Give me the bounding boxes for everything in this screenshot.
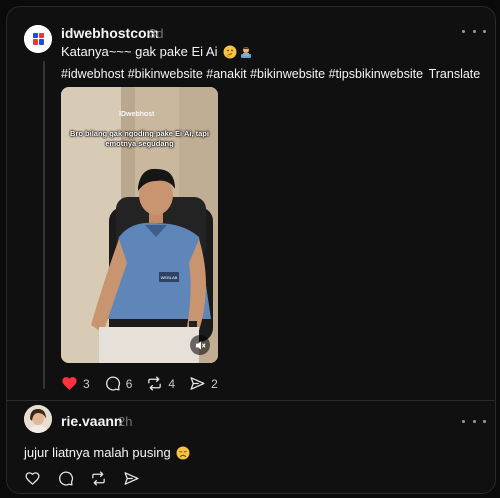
reply-time: 2h bbox=[118, 414, 133, 429]
video-watermark: IDwebhost bbox=[119, 111, 155, 118]
send-icon bbox=[124, 472, 139, 485]
thinking-face-emoji-icon bbox=[223, 45, 237, 59]
reply-text: jujur liatnya malah pusing bbox=[24, 445, 190, 460]
reply-comment-button[interactable] bbox=[57, 470, 74, 487]
hashtag-link[interactable]: #tipsbikinwebsite bbox=[329, 67, 424, 81]
like-count: 3 bbox=[83, 376, 90, 391]
reply-more-button[interactable] bbox=[462, 413, 486, 429]
repost-icon bbox=[92, 471, 105, 486]
like-button[interactable]: 3 bbox=[61, 375, 90, 392]
thread-card: idwebhostcom 3d Katanya~~~ gak pake Ei A… bbox=[6, 6, 496, 494]
mute-button[interactable] bbox=[190, 335, 210, 355]
reply-like-button[interactable] bbox=[24, 470, 41, 487]
idwebhost-logo-icon bbox=[24, 25, 52, 53]
speaker-muted-icon bbox=[195, 340, 206, 350]
hashtag-link[interactable]: #idwebhost bbox=[61, 67, 124, 81]
dot bbox=[472, 419, 476, 423]
dot bbox=[462, 419, 465, 423]
post-actions: 3 6 4 2 bbox=[61, 375, 232, 392]
reply-count: 6 bbox=[125, 376, 133, 391]
technologist-emoji-icon bbox=[241, 47, 252, 58]
reply-share-button[interactable] bbox=[123, 470, 140, 487]
reply-repost-button[interactable] bbox=[90, 470, 107, 487]
post-username[interactable]: idwebhostcom bbox=[61, 25, 159, 41]
dot bbox=[483, 29, 486, 33]
reply-button[interactable]: 6 bbox=[104, 375, 133, 392]
post-video[interactable]: WEBLAB IDwebhost Bro bilang gak ngoding … bbox=[61, 87, 218, 363]
tshirt-print: WEBLAB bbox=[161, 275, 178, 280]
divider bbox=[7, 400, 495, 401]
heart-icon bbox=[25, 472, 40, 485]
post-more-button[interactable] bbox=[462, 23, 486, 39]
post-time: 3d bbox=[149, 26, 164, 41]
thread-line bbox=[43, 61, 45, 389]
heart-filled-icon bbox=[62, 377, 77, 390]
post-text: Katanya~~~ gak pake Ei Ai bbox=[61, 44, 253, 59]
post-text-content: Katanya~~~ gak pake Ei Ai bbox=[61, 44, 218, 59]
reply-username[interactable]: rie.vaann bbox=[61, 413, 122, 429]
dot bbox=[472, 29, 476, 33]
send-icon bbox=[190, 377, 205, 390]
repost-button[interactable]: 4 bbox=[146, 375, 175, 392]
hashtag-link[interactable]: #bikinwebsite bbox=[250, 67, 325, 81]
share-count: 2 bbox=[211, 376, 218, 391]
avatar[interactable] bbox=[24, 405, 52, 433]
hashtag-link[interactable]: #bikinwebsite bbox=[128, 67, 203, 81]
video-caption: Bro bilang gak ngoding pake Ei Ai, tapi … bbox=[70, 129, 209, 148]
comment-icon bbox=[105, 376, 120, 391]
user-photo-icon bbox=[24, 405, 52, 433]
repost-count: 4 bbox=[168, 376, 176, 391]
worried-face-emoji-icon bbox=[176, 446, 190, 460]
dot bbox=[462, 29, 465, 33]
hashtag-link[interactable]: #anakit bbox=[206, 67, 246, 81]
translate-link[interactable]: Translate bbox=[429, 67, 481, 81]
dot bbox=[483, 419, 486, 423]
share-button[interactable]: 2 bbox=[189, 375, 218, 392]
comment-icon bbox=[59, 471, 74, 486]
repost-icon bbox=[148, 376, 162, 391]
avatar[interactable] bbox=[24, 25, 52, 53]
reply-actions bbox=[24, 470, 154, 487]
hashtags: #idwebhost #bikinwebsite #anakit #bikinw… bbox=[61, 67, 480, 81]
reply-text-content: jujur liatnya malah pusing bbox=[24, 445, 171, 460]
